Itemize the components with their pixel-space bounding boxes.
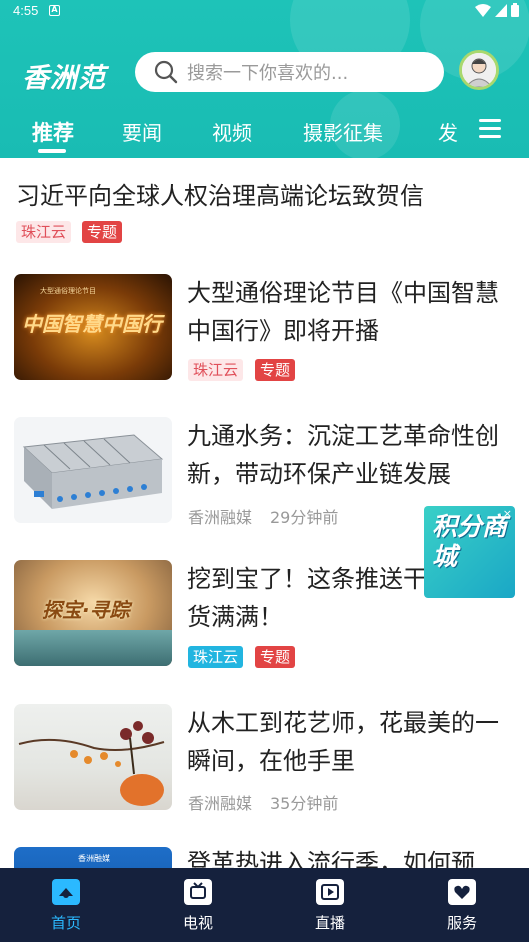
menu-icon[interactable] (479, 119, 501, 139)
category-tabs: 推荐 要闻 视频 摄影征集 发 (0, 104, 529, 158)
points-mall-ad[interactable]: × 积分商城 (424, 506, 515, 598)
search-placeholder: 搜索一下你喜欢的... (187, 63, 349, 84)
item-title[interactable]: 九通水务：沉淀工艺革命性创新，带动环保产业链发展 (187, 417, 507, 493)
flower-arrangement-illustration (18, 721, 165, 806)
nav-live[interactable]: 直播 (290, 878, 370, 933)
nav-tv-label: 电视 (182, 914, 213, 932)
nav-home-label: 首页 (50, 914, 81, 932)
battery-icon (511, 3, 519, 17)
source-tag: 珠江云 (16, 221, 72, 243)
signal-icon (495, 3, 507, 17)
nav-home[interactable]: 首页 (26, 878, 106, 933)
thumb-caption: 香洲融媒 (78, 854, 110, 863)
item-thumbnail: 大型通俗理论节目 中国智慧中国行 (14, 274, 172, 380)
home-icon (52, 879, 80, 905)
item-time: 29分钟前 (270, 508, 339, 527)
item-time: 35分钟前 (270, 794, 339, 813)
item-title[interactable]: 大型通俗理论节目《中国智慧中国行》即将开播 (187, 274, 507, 350)
thumb-title: 中国智慧中国行 (22, 312, 162, 336)
thumb-caption: 大型通俗理论节目 (40, 287, 96, 295)
tab-photo-contest[interactable]: 摄影征集 (303, 117, 383, 146)
notification-icon: A (49, 5, 60, 16)
tab-partial[interactable]: 发 (438, 117, 463, 146)
avatar[interactable] (459, 50, 499, 90)
item-source: 香洲融媒 (188, 508, 253, 527)
topic-tag: 专题 (255, 646, 296, 668)
item-title[interactable]: 从木工到花艺师，花最美的一瞬间，在他手里 (187, 704, 507, 780)
service-icon (448, 879, 476, 905)
item-title[interactable]: 登革热进入流行季，如何预 (187, 844, 507, 868)
user-avatar-icon (462, 53, 496, 87)
topic-tag: 专题 (82, 221, 123, 243)
thumb-title: 探宝·寻踪 (42, 598, 130, 622)
app-logo[interactable]: 香洲范 (22, 56, 106, 95)
live-icon (316, 879, 344, 905)
app-root: 4:55 A 香洲范 搜索一下你喜欢的... 推荐 要闻 视频 摄影征集 发 习… (0, 0, 529, 942)
topic-tag: 专题 (255, 359, 296, 381)
bottom-navigation: 首页 电视 直播 服务 (0, 868, 529, 942)
tab-video[interactable]: 视频 (212, 117, 252, 146)
item-thumbnail: 探宝·寻踪 (14, 560, 172, 666)
headline-title[interactable]: 习近平向全球人权治理高端论坛致贺信 (16, 176, 424, 211)
tank-illustration (22, 434, 164, 509)
thumb-decoration (14, 630, 172, 666)
search-bar[interactable]: 搜索一下你喜欢的... (135, 52, 444, 92)
status-time: 4:55 (13, 3, 39, 18)
status-icons (475, 3, 519, 17)
active-tab-indicator (38, 149, 66, 153)
tab-news[interactable]: 要闻 (122, 117, 162, 146)
nav-tv[interactable]: 电视 (158, 878, 238, 933)
points-mall-label: 积分商城 (432, 512, 508, 571)
item-thumbnail: 香洲融媒 (14, 847, 172, 868)
item-source: 香洲融媒 (188, 794, 253, 813)
nav-live-label: 直播 (314, 914, 345, 932)
header: 4:55 A 香洲范 搜索一下你喜欢的... 推荐 要闻 视频 摄影征集 发 (0, 0, 529, 158)
wifi-icon (475, 3, 491, 17)
nav-service[interactable]: 服务 (422, 878, 502, 933)
search-icon (154, 60, 178, 84)
source-tag: 珠江云 (188, 359, 244, 381)
status-bar: 4:55 A (0, 0, 529, 24)
item-title[interactable]: 挖到宝了！这条推送干货满满！ (187, 560, 427, 636)
nav-service-label: 服务 (446, 914, 477, 932)
tv-icon (184, 879, 212, 905)
item-thumbnail (14, 417, 172, 523)
tab-recommend[interactable]: 推荐 (32, 117, 74, 147)
source-tag: 珠江云 (188, 646, 244, 668)
item-thumbnail (14, 704, 172, 810)
